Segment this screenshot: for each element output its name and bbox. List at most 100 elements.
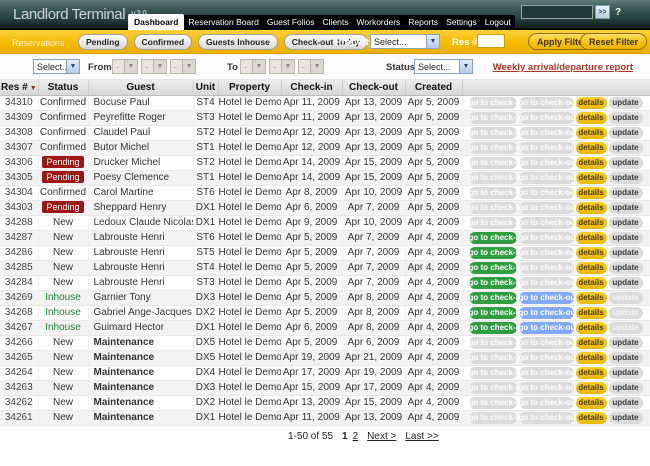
column-header-guest[interactable]: Guest [88,80,193,95]
details-button[interactable]: details [576,352,607,364]
details-button[interactable]: details [576,97,607,109]
update-button[interactable]: update [609,217,643,229]
details-button[interactable]: details [576,277,607,289]
update-button[interactable]: update [609,97,643,109]
details-button[interactable]: details [576,382,607,394]
column-header-created[interactable]: Created [405,80,462,95]
cell-created: Apr 5, 2009 [405,185,462,200]
cell-actions: go to check-ingo to check-outdetailsupda… [462,305,650,320]
update-button[interactable]: update [609,412,643,424]
go-to-checkin-button[interactable]: go to check-in [469,277,517,289]
details-button[interactable]: details [576,307,607,319]
page-link-1: 1 [342,431,348,442]
search-go-button[interactable]: >> [595,5,610,19]
table-row: 34308ConfirmedClaudel PaulST2Hotel le De… [0,125,650,140]
chevron-down-icon: ▼ [426,35,439,48]
details-button[interactable]: details [576,112,607,124]
property-select[interactable]: Select... ▼ [370,34,440,49]
filter-type-select[interactable]: Select... ▼ [33,59,80,74]
weekly-report-link[interactable]: Weekly arrival/departure report [493,62,633,73]
res-number-input[interactable] [477,34,505,48]
cell-created: Apr 4, 2009 [405,305,462,320]
status-text: New [53,232,73,243]
details-button[interactable]: details [576,172,607,184]
update-button[interactable]: update [609,157,643,169]
go-to-checkin-button[interactable]: go to check-in [469,232,517,244]
pagination: 1-50 of 55 12 Next > Last >> [0,426,650,444]
go-to-checkin-button[interactable]: go to check-in [469,292,517,304]
column-header-res-number[interactable]: Res #▼ [0,80,38,95]
go-to-checkout-button: go to check-out [519,247,574,259]
update-button[interactable]: update [609,202,643,214]
go-to-checkin-button[interactable]: go to check-in [469,322,517,334]
nav-item-reservation-board[interactable]: Reservation Board [184,14,262,30]
update-button[interactable]: update [609,127,643,139]
go-to-checkout-button: go to check-out [519,367,574,379]
go-to-checkout-button[interactable]: go to check-out [519,292,574,304]
cell-res-number: 34306 [0,155,38,170]
column-header-status[interactable]: Status [38,80,88,95]
update-button[interactable]: update [609,262,643,274]
details-button[interactable]: details [576,412,607,424]
nav-item-settings[interactable]: Settings [442,14,481,30]
go-to-checkout-button[interactable]: go to check-out [519,307,574,319]
column-header-actions [462,80,650,95]
details-button[interactable]: details [576,217,607,229]
search-input[interactable] [521,5,593,19]
update-button[interactable]: update [609,172,643,184]
column-header-checkin[interactable]: Check-in [281,80,342,95]
page-link-2[interactable]: 2 [353,431,359,442]
go-to-checkin-button[interactable]: go to check-in [469,247,517,259]
update-button[interactable]: update [609,247,643,259]
details-button[interactable]: details [576,247,607,259]
update-button[interactable]: update [609,142,643,154]
details-button[interactable]: details [576,337,607,349]
go-to-checkout-button[interactable]: go to check-out [519,322,574,334]
reset-filter-button[interactable]: Reset Filter [580,33,647,50]
details-button[interactable]: details [576,292,607,304]
update-button[interactable]: update [609,337,643,349]
nav-item-dashboard[interactable]: Dashboard [128,14,184,30]
quick-filter-confirmed-button[interactable]: Confirmed [134,34,193,50]
cell-property: Hotel le Demo [218,290,281,305]
last-page-link[interactable]: Last >> [405,431,438,442]
update-button[interactable]: update [609,382,643,394]
nav-item-logout[interactable]: Logout [481,14,515,30]
update-button[interactable]: update [609,352,643,364]
column-header-property[interactable]: Property [218,80,281,95]
update-button[interactable]: update [609,397,643,409]
update-button[interactable]: update [609,367,643,379]
go-to-checkout-button: go to check-out [519,412,574,424]
details-button[interactable]: details [576,397,607,409]
help-icon[interactable]: ? [615,7,621,18]
details-button[interactable]: details [576,202,607,214]
details-button[interactable]: details [576,232,607,244]
update-button[interactable]: update [609,232,643,244]
nav-item-workorders[interactable]: Workorders [353,14,405,30]
column-header-unit[interactable]: Unit [193,80,218,95]
go-to-checkin-button[interactable]: go to check-in [469,262,517,274]
update-button[interactable]: update [609,112,643,124]
cell-res-number: 34303 [0,200,38,215]
details-button[interactable]: details [576,322,607,334]
update-button[interactable]: update [609,277,643,289]
next-page-link[interactable]: Next > [367,431,396,442]
details-button[interactable]: details [576,367,607,379]
nav-item-guest-folios[interactable]: Guest Folios [263,14,319,30]
cell-status: New [38,380,88,395]
details-button[interactable]: details [576,157,607,169]
update-button[interactable]: update [609,187,643,199]
quick-filter-guests-inhouse-button[interactable]: Guests Inhouse [198,34,278,50]
nav-item-reports[interactable]: Reports [404,14,442,30]
details-button[interactable]: details [576,262,607,274]
details-button[interactable]: details [576,142,607,154]
go-to-checkout-button: go to check-out [519,352,574,364]
column-header-checkout[interactable]: Check-out [342,80,405,95]
nav-item-clients[interactable]: Clients [319,14,353,30]
quick-filter-pending-button[interactable]: Pending [78,34,128,50]
status-select[interactable]: Select... ▼ [414,59,473,74]
details-button[interactable]: details [576,127,607,139]
go-to-checkin-button[interactable]: go to check-in [469,307,517,319]
table-row: 34265NewMaintenanceDX5Hotel le DemoApr 1… [0,350,650,365]
details-button[interactable]: details [576,187,607,199]
